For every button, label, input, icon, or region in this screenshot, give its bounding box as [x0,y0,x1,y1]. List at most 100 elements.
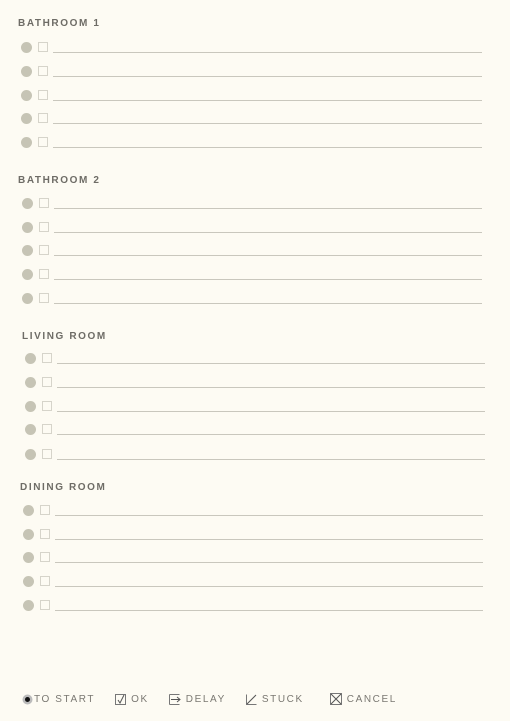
checklist-row [23,529,483,541]
checkbox[interactable] [40,552,50,562]
status-dot-icon[interactable] [25,353,36,364]
write-in-line[interactable] [54,279,482,280]
status-dot-icon[interactable] [22,293,33,304]
status-dot-icon[interactable] [22,269,33,280]
write-in-line[interactable] [57,363,485,364]
write-in-line[interactable] [53,147,482,148]
status-dot-icon[interactable] [22,198,33,209]
legend-label: DELAY [185,693,226,705]
write-in-line[interactable] [53,52,482,53]
status-dot-icon[interactable] [23,600,34,611]
checkbox[interactable] [40,600,50,610]
check-box-icon [115,693,127,705]
checklist-row [21,42,482,54]
checklist-row [23,552,483,564]
write-in-line[interactable] [54,208,482,209]
write-in-line[interactable] [55,515,483,516]
checkbox[interactable] [42,353,52,363]
status-dot-icon[interactable] [23,576,34,587]
filled-circle-icon [22,694,33,704]
write-in-line[interactable] [55,539,483,540]
write-in-line[interactable] [54,232,482,233]
checkbox[interactable] [42,424,52,434]
checkbox[interactable] [39,293,49,303]
legend-label: STUCK [261,693,304,705]
status-dot-icon[interactable] [23,505,34,516]
checklist-row [22,198,482,210]
write-in-line[interactable] [57,434,485,435]
checklist-row [25,401,485,413]
status-dot-icon[interactable] [22,222,33,233]
checkbox[interactable] [38,113,48,123]
checkbox[interactable] [42,449,52,459]
legend-cancel: CANCEL [329,693,397,705]
checklist-row [22,293,482,305]
status-dot-icon[interactable] [21,137,32,148]
checkbox[interactable] [39,245,49,255]
checklist-row [21,137,482,149]
status-dot-icon[interactable] [23,552,34,563]
status-dot-icon[interactable] [21,42,32,53]
write-in-line[interactable] [53,123,482,124]
checkbox[interactable] [38,66,48,76]
legend-label: CANCEL [346,693,397,705]
slash-box-icon [245,694,257,705]
checklist-row [21,66,482,78]
status-dot-icon[interactable] [21,66,32,77]
checklist-row [22,245,482,257]
checklist-page: BATHROOM 1 BATHROOM 2 LIVING ROOM DINING RO… [0,0,510,721]
x-box-icon [329,693,342,705]
legend-ok: OK [115,693,149,705]
legend-label: OK [131,693,149,705]
checkbox[interactable] [40,576,50,586]
status-dot-icon[interactable] [25,377,36,388]
checklist-row [21,90,482,102]
section-heading: LIVING ROOM [22,331,107,342]
arrow-box-icon [168,693,181,705]
status-dot-icon[interactable] [25,449,36,460]
legend-label: TO START [34,693,96,705]
checkbox[interactable] [39,198,49,208]
legend-to-start: TO START [22,694,95,705]
status-dot-icon[interactable] [21,90,32,101]
checkbox[interactable] [38,137,48,147]
checklist-row [23,576,483,588]
checkbox[interactable] [40,505,50,515]
checkbox[interactable] [38,90,48,100]
write-in-line[interactable] [55,586,483,587]
checklist-row [25,449,485,461]
section-heading: BATHROOM 1 [18,18,101,29]
checkbox[interactable] [40,529,50,539]
write-in-line[interactable] [55,610,483,611]
write-in-line[interactable] [53,100,482,101]
status-dot-icon[interactable] [23,529,34,540]
write-in-line[interactable] [54,255,482,256]
checklist-row [23,600,483,612]
write-in-line[interactable] [57,459,485,460]
status-dot-icon[interactable] [22,245,33,256]
checkbox[interactable] [38,42,48,52]
checkbox[interactable] [39,269,49,279]
write-in-line[interactable] [57,387,485,388]
checklist-row [22,269,482,281]
write-in-line[interactable] [54,303,482,304]
checklist-row [25,353,485,365]
write-in-line[interactable] [55,562,483,563]
checkbox[interactable] [42,401,52,411]
status-dot-icon[interactable] [25,424,36,435]
checklist-row [23,505,483,517]
checkbox[interactable] [39,222,49,232]
section-heading: DINING ROOM [20,482,107,493]
status-legend: TO START OK DELAY STUCK CANCEL [22,693,417,705]
write-in-line[interactable] [53,76,482,77]
legend-stuck: STUCK [245,693,304,705]
status-dot-icon[interactable] [21,113,32,124]
write-in-line[interactable] [57,411,485,412]
checkbox[interactable] [42,377,52,387]
section-heading: BATHROOM 2 [18,175,101,186]
checklist-row [25,424,485,436]
checklist-row [22,222,482,234]
checklist-row [25,377,485,389]
checklist-row [21,113,482,125]
status-dot-icon[interactable] [25,401,36,412]
